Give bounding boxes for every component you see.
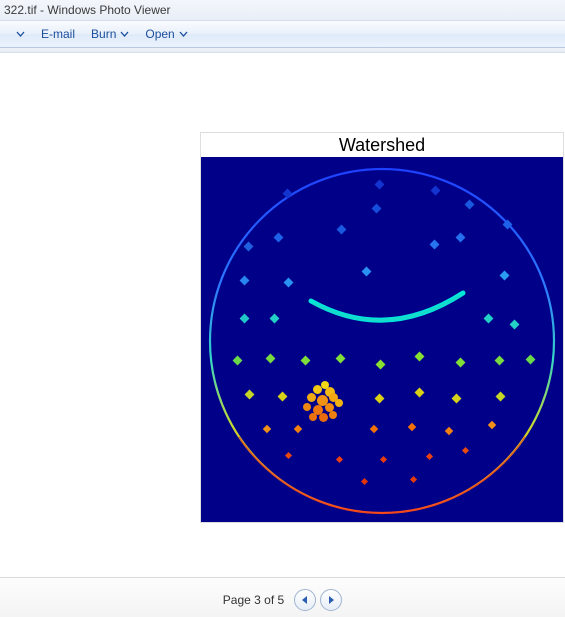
image-canvas: [201, 157, 563, 522]
image-frame: Watershed: [200, 132, 564, 523]
triangle-left-icon: [301, 595, 309, 605]
chevron-down-icon: [179, 30, 188, 39]
watershed-cluster: [303, 381, 345, 425]
image-title: Watershed: [201, 133, 563, 157]
burn-button[interactable]: Burn: [83, 22, 137, 46]
burn-label: Burn: [91, 27, 116, 41]
email-label: E-mail: [41, 27, 75, 41]
toolbar-overflow-dropdown[interactable]: [4, 22, 33, 46]
image-viewport: Watershed: [0, 53, 565, 577]
boundary-circle: [201, 157, 563, 522]
chevron-down-icon: [16, 30, 25, 39]
email-button[interactable]: E-mail: [33, 22, 83, 46]
chevron-down-icon: [120, 30, 129, 39]
open-button[interactable]: Open: [137, 22, 195, 46]
page-nav-buttons: [294, 589, 342, 611]
open-label: Open: [145, 27, 174, 41]
toolbar: E-mail Burn Open: [0, 21, 565, 48]
page-indicator: Page 3 of 5: [223, 593, 284, 607]
title-bar: 322.tif - Windows Photo Viewer: [0, 0, 565, 21]
footer-bar: Page 3 of 5: [0, 577, 565, 617]
next-page-button[interactable]: [320, 589, 342, 611]
triangle-right-icon: [327, 595, 335, 605]
window-title: 322.tif - Windows Photo Viewer: [4, 3, 171, 17]
prev-page-button[interactable]: [294, 589, 316, 611]
